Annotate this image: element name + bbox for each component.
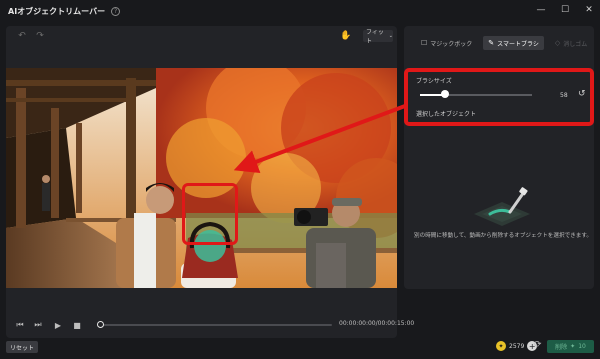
brush-size-value: 58 bbox=[560, 92, 568, 99]
timeline-track[interactable] bbox=[100, 324, 332, 326]
credit-count: 2579 bbox=[509, 342, 525, 350]
window-controls: — ☐ ✕ bbox=[536, 4, 594, 16]
close-icon[interactable]: ✕ bbox=[584, 4, 594, 16]
video-canvas[interactable] bbox=[6, 68, 397, 288]
refresh-icon[interactable]: ⟳ bbox=[534, 340, 542, 350]
remove-cost: 10 bbox=[578, 343, 586, 350]
brush-size-slider-handle[interactable] bbox=[440, 90, 449, 98]
preview-toolbar: ↶ ↷ ✋ フィット ⌄ bbox=[6, 26, 397, 46]
stop-icon[interactable]: ■ bbox=[71, 319, 83, 331]
previous-frame-icon[interactable]: ⏮ bbox=[14, 319, 26, 331]
tab-label: 消しゴム bbox=[563, 40, 588, 48]
window-title: AIオブジェクトリムーバー bbox=[8, 6, 106, 16]
selected-object-label: 選択したオブジェクト bbox=[416, 111, 477, 118]
chevron-down-icon: ⌄ bbox=[388, 33, 393, 39]
redo-icon[interactable]: ↷ bbox=[34, 30, 46, 42]
brush-size-slider[interactable] bbox=[420, 94, 532, 96]
playback-time: 00:00:00:00/00:00:15:00 bbox=[339, 320, 415, 327]
credit-icon: ✦ bbox=[496, 341, 506, 351]
next-frame-icon[interactable]: ⏭ bbox=[32, 319, 44, 331]
hint-text: 別の時間に移動して、動画から削除するオブジェクトを選択できます。 bbox=[414, 233, 592, 239]
reset-button[interactable]: リセット bbox=[6, 341, 38, 353]
brush-icon: ✎ bbox=[488, 39, 495, 47]
remove-button-label: 削除 bbox=[555, 344, 568, 351]
video-frame bbox=[6, 68, 397, 288]
brush-size-label: ブラシサイズ bbox=[416, 78, 452, 85]
tab-eraser[interactable]: ◇ 消しゴム bbox=[550, 36, 592, 50]
credit-cost-icon: ✦ bbox=[570, 343, 576, 350]
maximize-icon[interactable]: ☐ bbox=[560, 4, 570, 16]
eraser-icon: ◇ bbox=[554, 39, 561, 47]
selected-object-highlight bbox=[182, 183, 238, 245]
help-icon[interactable]: ? bbox=[111, 6, 121, 16]
tab-magic-box[interactable]: ☐ マジックボック bbox=[416, 36, 477, 50]
tool-tabs: ☐ マジックボック ✎ スマートブラシ ◇ 消しゴム bbox=[416, 36, 592, 50]
tab-label: マジックボック bbox=[430, 40, 473, 48]
timeline-playhead[interactable] bbox=[97, 321, 104, 328]
title-bar: AIオブジェクトリムーバー ? — ☐ ✕ bbox=[0, 0, 600, 22]
remove-button[interactable]: 削除 ✦ 10 bbox=[547, 340, 594, 353]
preview-panel: ↶ ↷ ✋ フィット ⌄ ⏮ ⏭ ▶ ■ 00:00:00:00/00:00:1… bbox=[6, 26, 414, 338]
undo-icon[interactable]: ↶ bbox=[16, 30, 28, 42]
reset-icon[interactable]: ↺ bbox=[578, 89, 586, 99]
playback-bar: ⏮ ⏭ ▶ ■ 00:00:00:00/00:00:15:00 bbox=[6, 315, 414, 335]
fit-select[interactable]: フィット ⌄ bbox=[363, 29, 393, 45]
brush-settings-highlight: ブラシサイズ 58 ↺ 選択したオブジェクト bbox=[404, 68, 594, 126]
fit-select-label: フィット bbox=[366, 29, 384, 45]
magic-box-icon: ☐ bbox=[421, 39, 428, 47]
tab-smart-brush[interactable]: ✎ スマートブラシ bbox=[483, 36, 544, 50]
tools-panel: ☐ マジックボック ✎ スマートブラシ ◇ 消しゴム ブラシサイズ 58 ↺ 選… bbox=[404, 26, 594, 289]
tab-label: スマートブラシ bbox=[497, 40, 539, 48]
credits-display: ✦ 2579 + bbox=[496, 341, 538, 351]
minimize-icon[interactable]: — bbox=[536, 4, 546, 16]
app-window: AIオブジェクトリムーバー ? — ☐ ✕ ↶ ↷ ✋ フィット ⌄ ⏮ ⏭ ▶… bbox=[0, 0, 600, 359]
brush-illustration-icon bbox=[474, 187, 530, 226]
play-icon[interactable]: ▶ bbox=[52, 319, 64, 331]
hand-icon[interactable]: ✋ bbox=[340, 30, 352, 42]
